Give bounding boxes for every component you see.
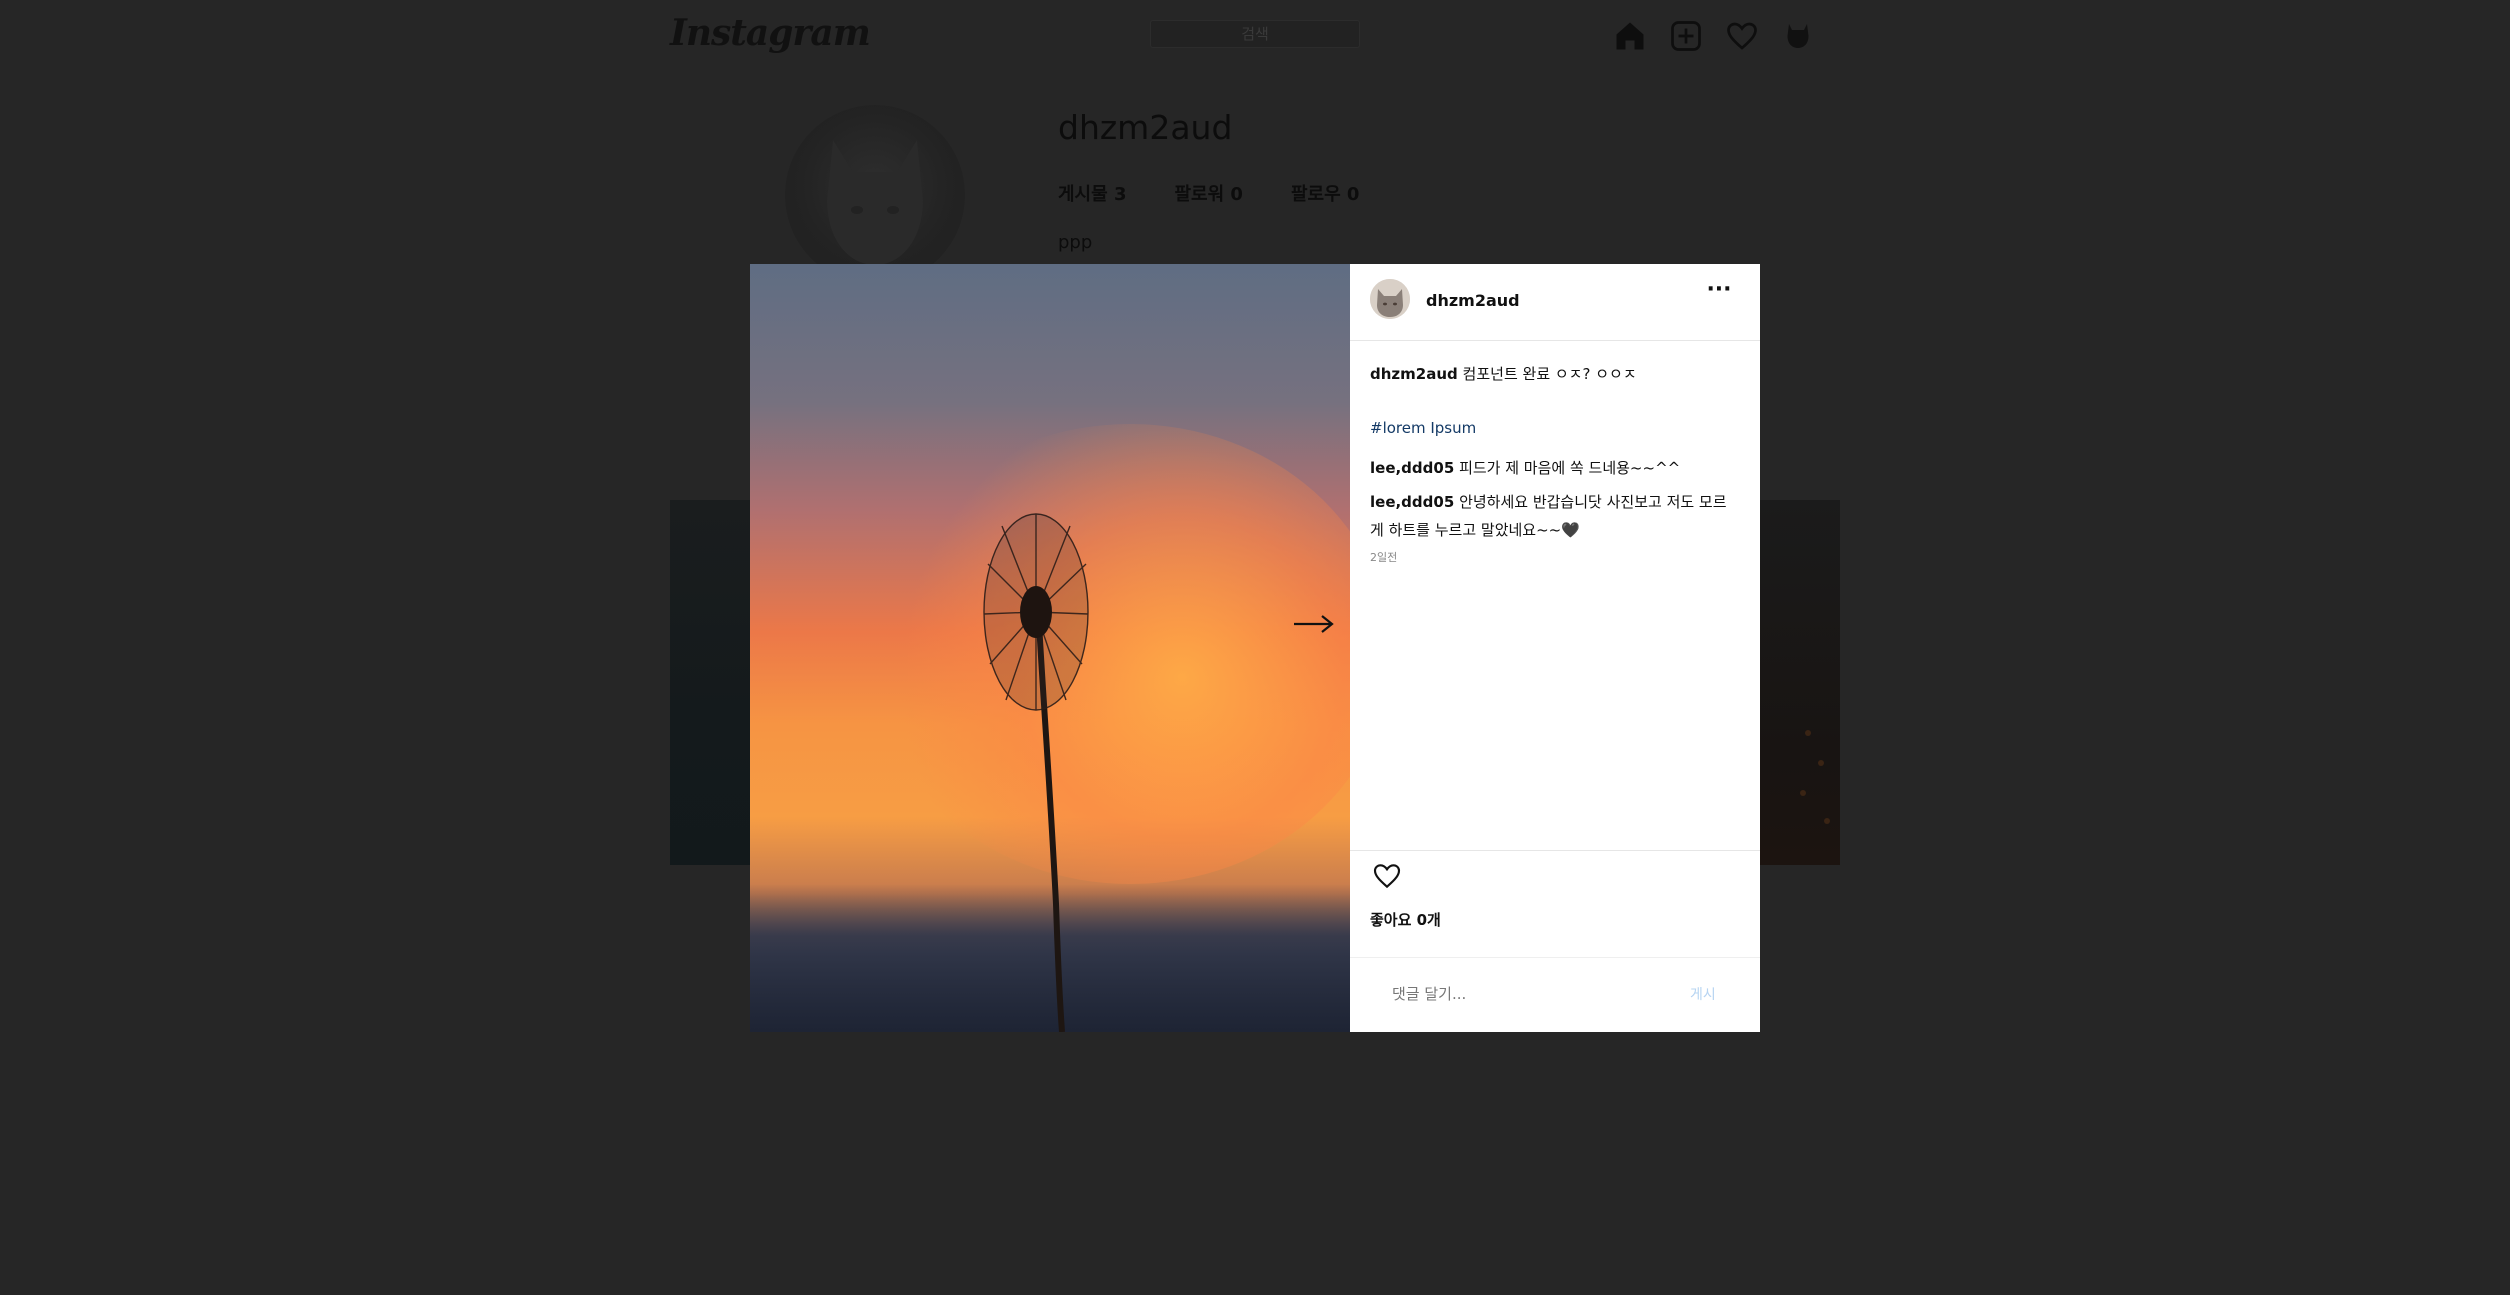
instagram-logo[interactable]: Instagram <box>670 12 871 54</box>
post-comment-button[interactable]: 게시 <box>1690 984 1716 1004</box>
add-post-icon[interactable] <box>1668 18 1704 54</box>
comment-username[interactable]: lee,ddd05 <box>1370 493 1454 511</box>
post-caption: dhzm2aud 컴포넌트 완료 ㅇㅈ? ㅇㅇㅈ <box>1370 360 1740 388</box>
profile-avatar[interactable] <box>785 105 965 285</box>
caption-username[interactable]: dhzm2aud <box>1370 365 1458 383</box>
comment-text: 피드가 제 마음에 쏙 드네용~~^^ <box>1459 459 1681 477</box>
post-thumbnail[interactable] <box>670 500 750 865</box>
followers-count[interactable]: 팔로워 0 <box>1174 180 1242 206</box>
more-options-button[interactable]: ··· <box>1704 279 1734 306</box>
comment-item: lee,ddd05 안녕하세요 반갑습니닷 사진보고 저도 모르게 하트를 누르… <box>1370 488 1740 544</box>
comment-item: lee,ddd05 피드가 제 마음에 쏙 드네용~~^^ <box>1370 454 1740 482</box>
search-input[interactable]: 검색 <box>1150 20 1360 48</box>
post-timestamp: 2일전 <box>1370 551 1398 564</box>
likes-count[interactable]: 좋아요 0개 <box>1370 909 1441 930</box>
comment-input[interactable] <box>1390 978 1654 1010</box>
heart-icon[interactable] <box>1724 18 1760 54</box>
hashtag-link[interactable]: #lorem Ipsum <box>1370 414 1740 442</box>
author-avatar[interactable] <box>1370 279 1410 319</box>
post-image <box>750 264 1350 1032</box>
comments-section: dhzm2aud 컴포넌트 완료 ㅇㅈ? ㅇㅇㅈ #lorem Ipsum le… <box>1370 360 1740 566</box>
profile-icon[interactable] <box>1780 18 1816 54</box>
like-heart-icon[interactable] <box>1370 860 1404 892</box>
comment-divider <box>1350 957 1760 958</box>
author-username[interactable]: dhzm2aud <box>1426 291 1520 310</box>
following-count[interactable]: 팔로우 0 <box>1291 180 1359 206</box>
post-modal: dhzm2aud ··· dhzm2aud 컴포넌트 완료 ㅇㅈ? ㅇㅇㅈ #l… <box>750 264 1760 1032</box>
profile-username: dhzm2aud <box>1058 108 1233 147</box>
posts-count: 게시물 3 <box>1058 184 1127 205</box>
actions-divider <box>1350 850 1760 851</box>
post-details-panel: dhzm2aud ··· dhzm2aud 컴포넌트 완료 ㅇㅈ? ㅇㅇㅈ #l… <box>1350 264 1760 1032</box>
profile-stats: 게시물 3 팔로워 0 팔로우 0 <box>1058 180 1359 206</box>
home-icon[interactable] <box>1612 18 1648 54</box>
next-image-arrow-icon[interactable] <box>1290 604 1338 644</box>
caption-text: 컴포넌트 완료 ㅇㅈ? ㅇㅇㅈ <box>1462 365 1637 383</box>
comment-username[interactable]: lee,ddd05 <box>1370 459 1454 477</box>
post-header: dhzm2aud ··· <box>1350 264 1760 341</box>
profile-bio: ppp <box>1058 232 1093 253</box>
post-thumbnail[interactable] <box>1760 500 1840 865</box>
